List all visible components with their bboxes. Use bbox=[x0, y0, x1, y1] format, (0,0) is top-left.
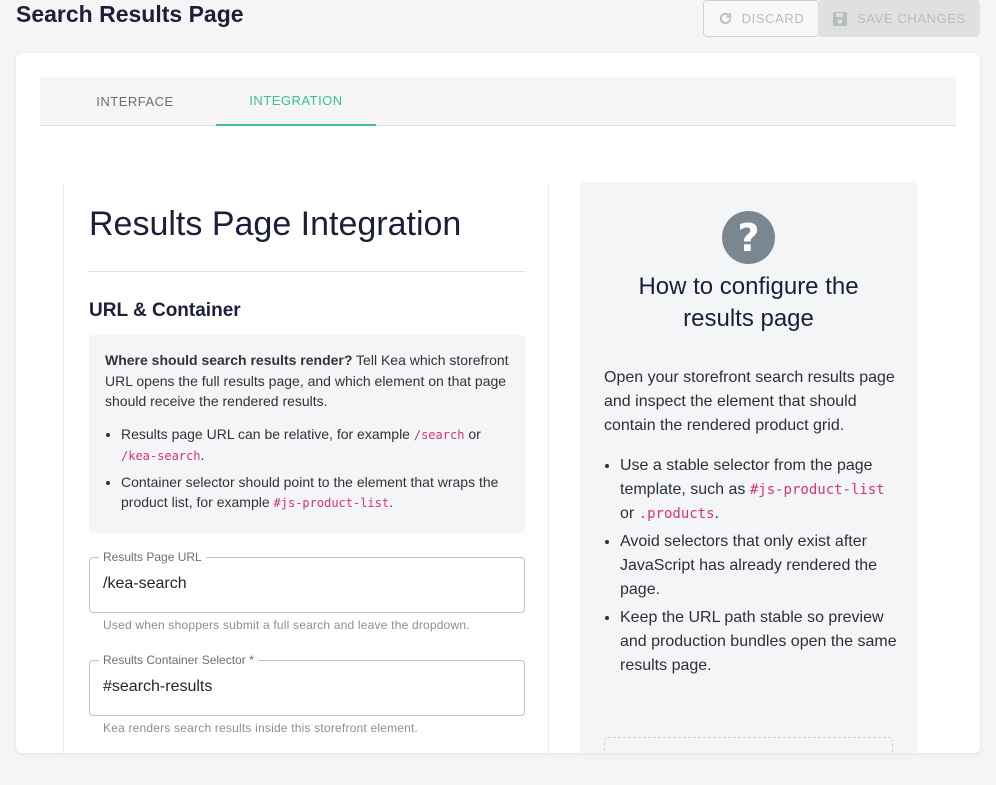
help-panel: ? How to configure the results page Open… bbox=[580, 182, 917, 753]
code-snippet: /search bbox=[413, 427, 465, 442]
integration-form-panel: Results Page Integration URL & Container… bbox=[63, 183, 549, 753]
save-changes-button[interactable]: SAVE CHANGES bbox=[818, 0, 980, 37]
info-lead: Where should search results render? Tell… bbox=[105, 350, 509, 412]
info-text: . bbox=[389, 494, 393, 510]
info-bullet-selector: Container selector should point to the e… bbox=[121, 472, 509, 514]
dashed-placeholder bbox=[604, 737, 893, 753]
info-text: . bbox=[200, 447, 205, 463]
info-text: Results page URL can be relative, for ex… bbox=[121, 425, 414, 442]
save-changes-label: SAVE CHANGES bbox=[857, 11, 966, 26]
results-container-selector-hint: Kea renders search results inside this s… bbox=[103, 721, 419, 735]
help-icon: ? bbox=[722, 211, 775, 264]
settings-card: INTERFACE INTEGRATION Results Page Integ… bbox=[16, 53, 980, 753]
refresh-icon bbox=[718, 11, 733, 26]
results-page-url-hint: Used when shoppers submit a full search … bbox=[103, 618, 470, 632]
heading-divider bbox=[89, 271, 525, 272]
code-snippet: /kea-search bbox=[121, 449, 201, 463]
results-container-selector-field[interactable]: Results Container Selector * #search-res… bbox=[89, 653, 525, 716]
info-list: Results page URL can be relative, for ex… bbox=[105, 424, 509, 514]
page-title: Search Results Page bbox=[16, 1, 244, 27]
discard-label: DISCARD bbox=[741, 11, 805, 26]
help-body: Open your storefront search results page… bbox=[604, 366, 900, 682]
subsection-heading: URL & Container bbox=[89, 300, 241, 321]
code-snippet: .products bbox=[638, 506, 715, 522]
results-container-selector-input[interactable]: #search-results bbox=[103, 678, 212, 696]
tab-bar: INTERFACE INTEGRATION bbox=[40, 77, 956, 126]
code-snippet: #js-product-list bbox=[273, 496, 390, 510]
tab-integration[interactable]: INTEGRATION bbox=[216, 77, 376, 126]
save-icon bbox=[832, 11, 848, 27]
help-intro: Open your storefront search results page… bbox=[604, 369, 895, 434]
code-snippet: #js-product-list bbox=[749, 482, 885, 498]
results-page-url-field[interactable]: Results Page URL /kea-search bbox=[89, 550, 525, 613]
discard-button[interactable]: DISCARD bbox=[703, 0, 819, 37]
help-bullet-url: Keep the URL path stable so preview and … bbox=[620, 606, 900, 678]
help-text: . bbox=[714, 505, 719, 522]
help-title: How to configure the results page bbox=[638, 273, 859, 332]
help-bullet-selector: Use a stable selector from the page temp… bbox=[620, 454, 900, 526]
info-callout: Where should search results render? Tell… bbox=[89, 335, 525, 533]
help-list: Use a stable selector from the page temp… bbox=[604, 454, 900, 678]
tab-interface[interactable]: INTERFACE bbox=[64, 77, 206, 126]
help-text: or bbox=[620, 505, 639, 522]
help-bullet-avoid: Avoid selectors that only exist after Ja… bbox=[620, 530, 900, 602]
section-heading: Results Page Integration bbox=[89, 205, 462, 243]
results-page-url-label: Results Page URL bbox=[99, 550, 206, 564]
info-lead-bold: Where should search results render? bbox=[105, 352, 353, 368]
info-bullet-url: Results page URL can be relative, for ex… bbox=[121, 424, 509, 467]
results-page-url-input[interactable]: /kea-search bbox=[103, 575, 187, 593]
info-text: or bbox=[464, 425, 481, 442]
results-container-selector-label: Results Container Selector * bbox=[99, 653, 258, 667]
